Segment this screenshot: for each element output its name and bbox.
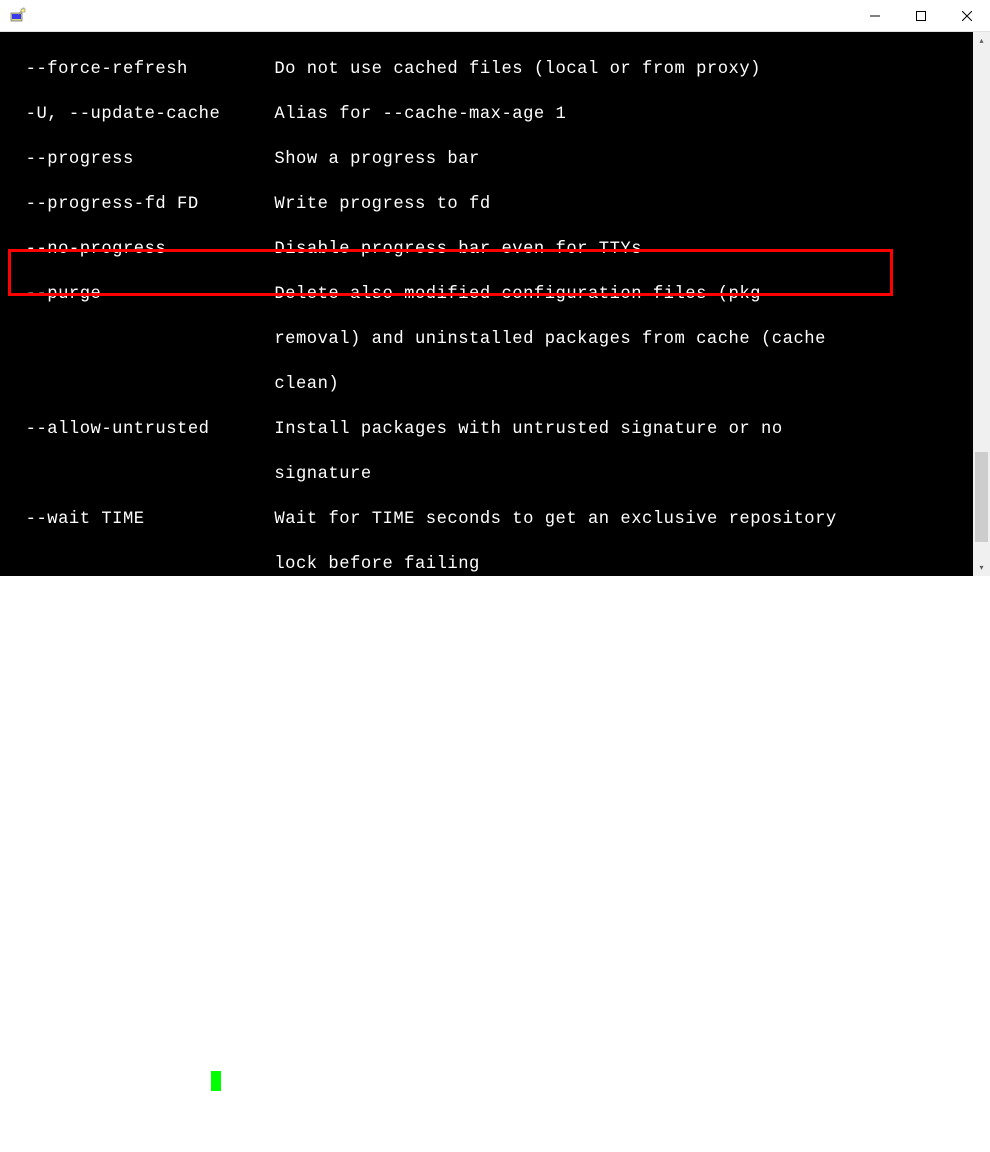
cursor-icon	[211, 1071, 221, 1091]
option-line: --progress-fd FD Write progress to fd	[4, 194, 973, 217]
option-line: lock before failing	[4, 554, 973, 577]
option-line: clean)	[4, 374, 973, 397]
scroll-thumb[interactable]	[975, 452, 988, 542]
option-line: --cache-max-age AGE Maximum AGE (in minu…	[4, 824, 973, 847]
scroll-down-button[interactable]: ▾	[973, 559, 990, 576]
option-line: --no-progress Disable progress bar even …	[4, 239, 973, 262]
option-line: --wait TIME Wait for TIME seconds to get…	[4, 509, 973, 532]
minimize-button[interactable]	[852, 0, 898, 32]
maximize-button[interactable]	[898, 0, 944, 32]
option-line: --repositories-file REPOFILE Override re…	[4, 644, 973, 667]
option-line: --keys-dir KEYSDIR Override directory of…	[4, 599, 973, 622]
footer-message: This apk has coffee making abilities.	[4, 1026, 973, 1049]
option-line: --no-network Do not use network (cache i…	[4, 689, 973, 712]
shell-prompt[interactable]: alpine:/tmp/build$	[4, 1071, 973, 1094]
option-line: --force-refresh Do not use cached files …	[4, 59, 973, 82]
option-line: -U, --update-cache Alias for --cache-max…	[4, 104, 973, 127]
option-line: --allow-untrusted Install packages with …	[4, 419, 973, 442]
putty-icon	[0, 0, 32, 32]
option-line: refresh	[4, 869, 973, 892]
option-line: --cache-dir CACHEDIR Override cache dire…	[4, 779, 973, 802]
option-line: signature	[4, 464, 973, 487]
close-button[interactable]	[944, 0, 990, 32]
terminal-area: --force-refresh Do not use cached files …	[0, 32, 990, 576]
option-line: removal) and uninstalled packages from c…	[4, 329, 973, 352]
option-line: --no-cache Do not use any local cache pa…	[4, 734, 973, 757]
vertical-scrollbar[interactable]: ▴ ▾	[973, 32, 990, 576]
option-line: --print-arch Print default arch and exit	[4, 959, 973, 982]
option-line: --arch ARCH Use architecture with --root	[4, 914, 973, 937]
option-line: --purge Delete also modified configurati…	[4, 284, 973, 307]
window-titlebar	[0, 0, 990, 32]
option-line: --progress Show a progress bar	[4, 149, 973, 172]
scroll-up-button[interactable]: ▴	[973, 32, 990, 49]
terminal-output[interactable]: --force-refresh Do not use cached files …	[0, 32, 973, 576]
